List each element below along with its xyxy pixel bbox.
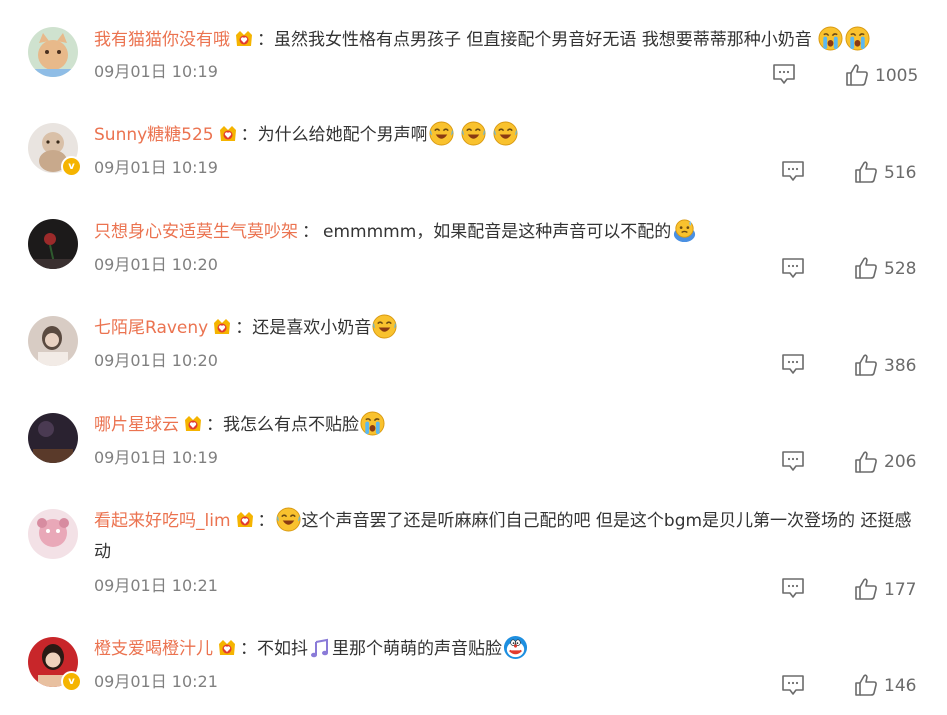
- comment-content: 看起来好吃吗_lim：这个声音罢了还是听麻麻们自己配的吧 但是这个bgm是贝儿第…: [94, 506, 919, 568]
- fan-badge-icon: [183, 414, 203, 434]
- comment-text: 还是喜欢小奶音: [252, 318, 372, 338]
- comment-content: Sunny糖糖525 ：为什么给她配个男声啊: [94, 121, 919, 148]
- crying-emoji-icon: [818, 26, 843, 51]
- comment-time: 09月01日 10:19: [94, 448, 218, 467]
- music-note-icon: [309, 638, 331, 660]
- like-count: 528: [884, 259, 917, 279]
- comment-content: 哪片星球云 ：我怎么有点不贴脸: [94, 411, 919, 438]
- like-icon[interactable]: [854, 450, 878, 474]
- like-count: 1005: [875, 66, 919, 86]
- comment-time: 09月01日 10:20: [94, 351, 218, 370]
- comment-time: 09月01日 10:19: [94, 62, 218, 81]
- username-link[interactable]: 橙支爱喝橙汁儿: [94, 639, 213, 659]
- username-link[interactable]: 我有猫猫你没有哦: [94, 30, 230, 50]
- fan-badge-icon: [234, 29, 254, 49]
- comment-text: 里那个萌萌的声音贴脸: [332, 639, 502, 659]
- username-link[interactable]: 哪片星球云: [94, 415, 179, 435]
- comment-text: 不如抖: [257, 639, 308, 659]
- laugh-cry-emoji-icon: [461, 121, 486, 146]
- crying-emoji-icon: [360, 411, 385, 436]
- fan-badge-icon: [217, 638, 237, 658]
- like-count: 177: [884, 580, 917, 600]
- like-icon[interactable]: [854, 353, 878, 377]
- colon: ：: [235, 318, 253, 338]
- reply-icon[interactable]: [781, 577, 805, 599]
- fan-badge-icon: [218, 124, 238, 144]
- verified-badge-icon: v: [61, 156, 82, 177]
- reply-icon[interactable]: [781, 257, 805, 279]
- laugh-cry-emoji-icon: [493, 121, 518, 146]
- sweat-emoji-icon: [672, 218, 697, 243]
- like-count: 206: [884, 452, 917, 472]
- comment-content: 我有猫猫你没有哦 ：虽然我女性格有点男孩子 但直接配个男音好无语 我想要蒂蒂那种小…: [94, 26, 919, 53]
- avatar[interactable]: [28, 509, 78, 559]
- like-icon[interactable]: [845, 63, 869, 87]
- avatar[interactable]: [28, 219, 78, 269]
- crying-emoji-icon: [845, 26, 870, 51]
- colon: ：: [240, 639, 257, 659]
- reply-icon[interactable]: [781, 674, 805, 696]
- colon: ：: [206, 415, 223, 435]
- colon: ：: [302, 222, 319, 242]
- like-icon[interactable]: [854, 577, 878, 601]
- fan-badge-icon: [235, 510, 255, 530]
- like-count: 146: [884, 676, 917, 696]
- avatar[interactable]: [28, 27, 78, 77]
- colon: ：: [257, 30, 274, 50]
- comment-text: emmmmm，如果配音是这种声音可以不配的: [323, 222, 672, 242]
- avatar[interactable]: [28, 413, 78, 463]
- colon: ：: [240, 125, 258, 145]
- comment-text: 为什么给她配个男声啊: [257, 125, 428, 145]
- comment-time: 09月01日 10:21: [94, 576, 218, 595]
- fan-badge-icon: [212, 317, 232, 337]
- comment-content: 只想身心安适莫生气莫吵架： emmmmm，如果配音是这种声音可以不配的: [94, 218, 919, 245]
- reply-icon[interactable]: [781, 353, 805, 375]
- verified-badge-icon: v: [61, 671, 82, 692]
- colon: ：: [257, 511, 275, 531]
- laugh-cry-emoji-icon: [372, 314, 397, 339]
- reply-icon[interactable]: [781, 450, 805, 472]
- username-link[interactable]: 看起来好吃吗_lim: [94, 511, 231, 531]
- reply-icon[interactable]: [781, 160, 805, 182]
- comment-time: 09月01日 10:20: [94, 255, 218, 274]
- comment-text: 虽然我女性格有点男孩子 但直接配个男音好无语 我想要蒂蒂那种小奶音: [274, 30, 812, 50]
- like-icon[interactable]: [854, 160, 878, 184]
- like-icon[interactable]: [854, 256, 878, 280]
- comment-time: 09月01日 10:21: [94, 672, 218, 691]
- comment-content: 橙支爱喝橙汁儿 ：不如抖 里那个萌萌的声音贴脸: [94, 635, 919, 662]
- reply-icon[interactable]: [772, 63, 796, 85]
- laugh-cry-emoji-icon: [276, 507, 301, 532]
- username-link[interactable]: Sunny糖糖525: [94, 125, 214, 145]
- username-link[interactable]: 只想身心安适莫生气莫吵架: [94, 222, 298, 242]
- laugh-cry-emoji-icon: [429, 121, 454, 146]
- like-count: 386: [884, 356, 917, 376]
- username-link[interactable]: 七陌尾Raveny: [94, 318, 208, 338]
- comment-time: 09月01日 10:19: [94, 158, 218, 177]
- like-count: 516: [884, 163, 917, 183]
- like-icon[interactable]: [854, 673, 878, 697]
- comment-content: 七陌尾Raveny ：还是喜欢小奶音: [94, 314, 919, 341]
- comment-text: 我怎么有点不贴脸: [223, 415, 359, 435]
- doraemon-emoji-icon: [503, 635, 528, 660]
- avatar[interactable]: [28, 316, 78, 366]
